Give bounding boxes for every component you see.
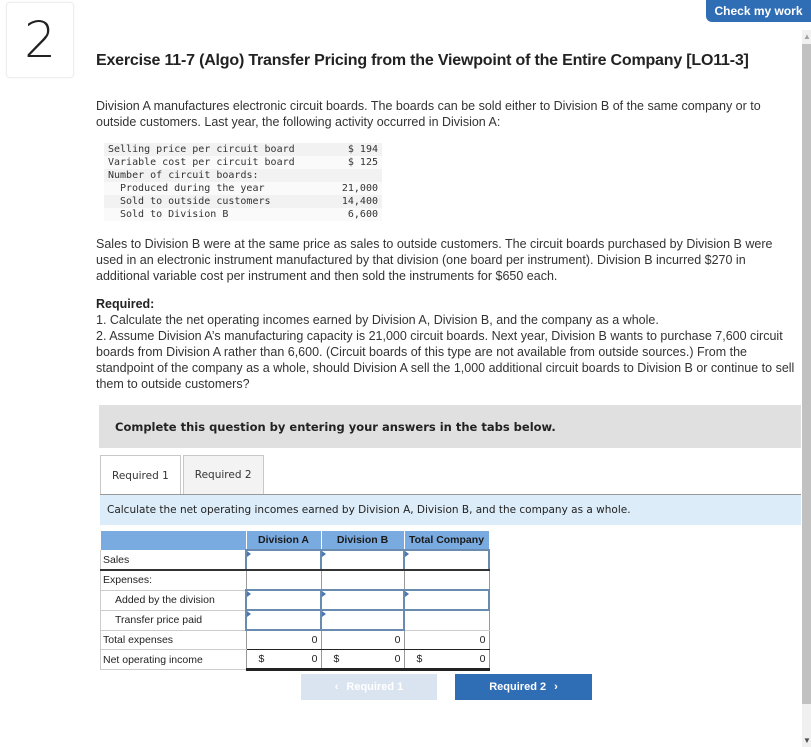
- transfer-division-b-input[interactable]: [320, 609, 405, 631]
- row-expenses: Expenses:: [100, 570, 490, 591]
- tab-required-1[interactable]: Required 1: [100, 455, 181, 497]
- fact-row: Number of circuit boards:: [104, 169, 382, 182]
- worksheet-table: Division A Division B Total Company Sale…: [100, 531, 490, 671]
- task-prompt: Calculate the net operating incomes earn…: [100, 495, 801, 525]
- empty-cell: [404, 610, 490, 631]
- header-corner: [100, 531, 247, 550]
- tab-bar: Required 1 Required 2: [100, 455, 264, 497]
- scroll-down-arrow-icon[interactable]: ▼: [803, 736, 811, 745]
- row-label: Expenses:: [100, 570, 247, 591]
- row-total-expenses: Total expenses 0 0 0: [100, 630, 490, 650]
- transfer-division-a-input[interactable]: [245, 609, 322, 631]
- row-label: Net operating income: [100, 649, 247, 670]
- chevron-left-icon: ‹: [334, 681, 339, 693]
- net-division-b: $0: [321, 649, 405, 671]
- facts-table: Selling price per circuit board $ 194 Var…: [104, 143, 382, 221]
- required-item-1: 1. Calculate the net operating incomes e…: [96, 313, 659, 327]
- empty-cell: [246, 570, 322, 591]
- row-label: Transfer price paid: [100, 610, 247, 631]
- currency-symbol: $: [416, 653, 423, 665]
- added-division-a-input[interactable]: [245, 589, 322, 611]
- prev-required-1-button[interactable]: ‹ Required 1: [301, 674, 437, 700]
- net-division-a: $0: [246, 649, 322, 671]
- division-b-paragraph: Sales to Division B were at the same pri…: [96, 237, 773, 283]
- required-item-2: 2. Assume Division A’s manufacturing cap…: [96, 329, 795, 391]
- added-total-company-input[interactable]: [403, 589, 490, 611]
- row-label: Total expenses: [100, 630, 247, 650]
- scrollbar[interactable]: ▲ ▼: [802, 30, 811, 747]
- row-label: Sales: [100, 550, 247, 571]
- row-added-by-division: Added by the division: [100, 589, 490, 611]
- fact-row: Selling price per circuit board $ 194: [104, 143, 382, 156]
- required-heading: Required:: [96, 297, 155, 311]
- total-total-company: 0: [404, 630, 490, 650]
- currency-symbol: $: [333, 653, 340, 665]
- required-section: Required: 1. Calculate the net operating…: [96, 296, 801, 392]
- header-row: Division A Division B Total Company: [100, 531, 490, 550]
- row-label: Added by the division: [100, 590, 247, 611]
- fact-row: Sold to Division B 6,600: [104, 208, 382, 221]
- empty-cell: [404, 570, 490, 591]
- intro-paragraph: Division A manufactures electronic circu…: [96, 99, 761, 129]
- header-division-a: Division A: [246, 531, 322, 550]
- chevron-right-icon: ›: [554, 681, 558, 693]
- fact-row: Variable cost per circuit board $ 125: [104, 156, 382, 169]
- question-number: 2: [6, 2, 74, 78]
- added-division-b-input[interactable]: [320, 589, 405, 611]
- total-division-a: 0: [246, 630, 322, 650]
- header-division-b: Division B: [321, 531, 405, 550]
- fact-row: Sold to outside customers 14,400: [104, 195, 382, 208]
- sales-division-b-input[interactable]: [320, 549, 405, 571]
- total-division-b: 0: [321, 630, 405, 650]
- check-my-work-button[interactable]: Check my work: [706, 0, 811, 22]
- net-total-company: $0: [404, 649, 490, 671]
- tab-required-2[interactable]: Required 2: [182, 455, 264, 495]
- currency-symbol: $: [258, 653, 265, 665]
- sales-total-company-input[interactable]: [403, 549, 490, 571]
- empty-cell: [321, 570, 405, 591]
- exercise-title: Exercise 11-7 (Algo) Transfer Pricing fr…: [96, 52, 749, 69]
- sales-division-a-input[interactable]: [245, 549, 322, 571]
- row-transfer-price: Transfer price paid: [100, 609, 490, 631]
- row-sales: Sales: [100, 549, 490, 571]
- scroll-up-arrow-icon[interactable]: ▲: [803, 32, 811, 41]
- fact-row: Produced during the year 21,000: [104, 182, 382, 195]
- scroll-thumb[interactable]: [802, 44, 811, 704]
- header-total-company: Total Company: [404, 531, 490, 550]
- next-required-2-button[interactable]: Required 2 ›: [455, 674, 592, 700]
- row-net-operating-income: Net operating income $0 $0 $0: [100, 649, 490, 671]
- instructions-banner: Complete this question by entering your …: [99, 405, 801, 448]
